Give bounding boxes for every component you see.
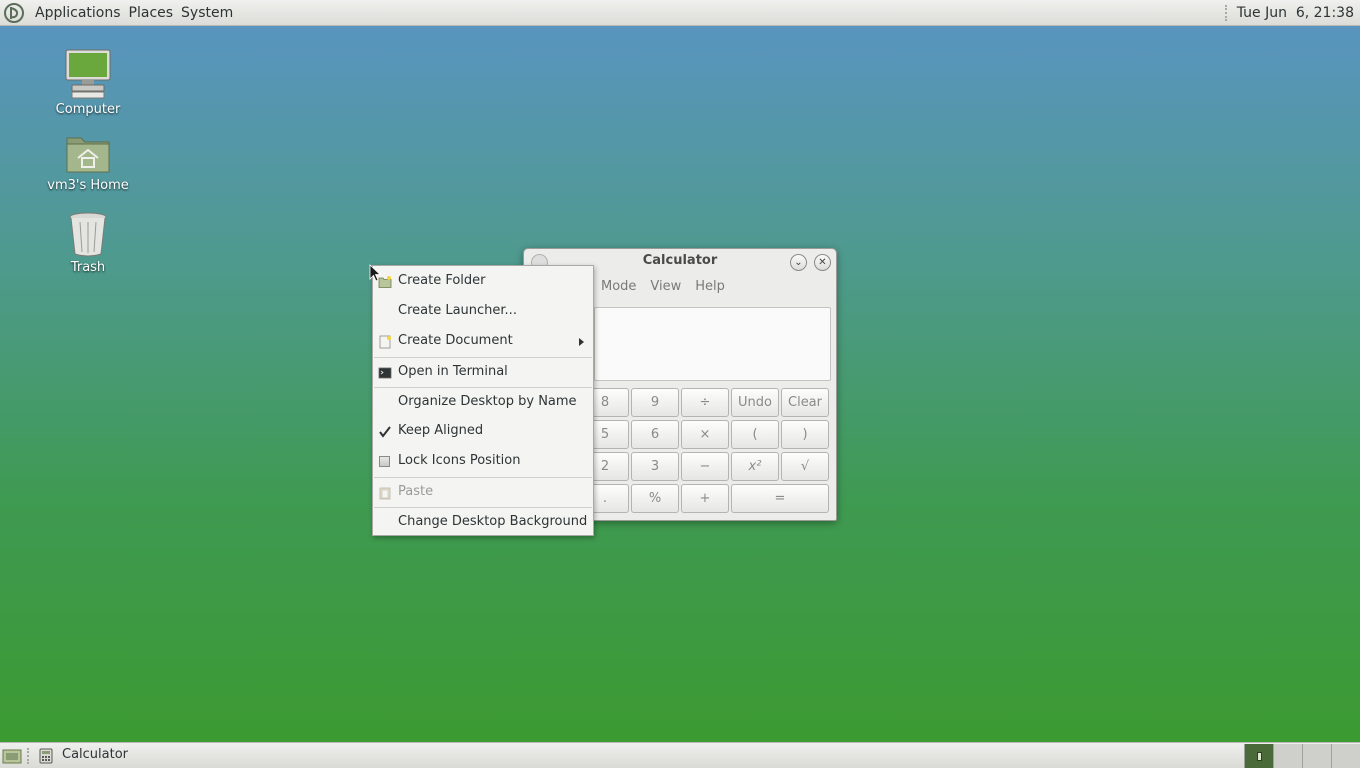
calc-button-3[interactable]: 3: [631, 452, 679, 481]
menu-item-label: Create Document: [398, 333, 513, 348]
menu-item-label: Open in Terminal: [398, 364, 508, 379]
menu-item-label: Paste: [398, 484, 434, 499]
workspace-1[interactable]: [1244, 744, 1273, 768]
menu-item-open-terminal[interactable]: Open in Terminal: [373, 358, 593, 387]
menu-view[interactable]: View: [643, 277, 688, 297]
menu-item-organize-desktop[interactable]: Organize Desktop by Name: [373, 388, 593, 417]
calculator-icon: [39, 748, 53, 764]
desktop-icon-label: Trash: [70, 260, 106, 275]
calc-button-close-paren[interactable]: ): [781, 420, 829, 449]
desktop-icon-computer[interactable]: Computer: [43, 48, 133, 117]
submenu-arrow-icon: [579, 338, 584, 346]
document-icon: [379, 335, 391, 349]
close-icon: ✕: [818, 257, 827, 268]
terminal-icon: [378, 367, 392, 379]
desktop-icon-home[interactable]: vm3's Home: [43, 130, 133, 193]
calc-button-divide[interactable]: ÷: [681, 388, 729, 417]
menu-item-create-document[interactable]: Create Document: [373, 327, 593, 357]
calc-button-multiply[interactable]: ×: [681, 420, 729, 449]
mouse-pointer-icon: [369, 264, 381, 282]
clock[interactable]: Tue Jun 6, 21:38: [1237, 5, 1354, 21]
system-menu[interactable]: System: [177, 5, 237, 21]
workspace-3[interactable]: [1302, 744, 1331, 768]
chevron-down-icon: ⌄: [794, 257, 803, 268]
menu-item-change-background[interactable]: Change Desktop Background: [373, 508, 593, 537]
menu-item-create-launcher[interactable]: Create Launcher...: [373, 297, 593, 327]
menu-item-keep-aligned[interactable]: Keep Aligned: [373, 417, 593, 447]
desktop-icon-label: vm3's Home: [47, 178, 129, 193]
calculator-display[interactable]: [594, 307, 831, 381]
workspace-2[interactable]: [1273, 744, 1302, 768]
menu-item-label: Lock Icons Position: [398, 453, 521, 468]
menu-item-create-folder[interactable]: Create Folder: [373, 267, 593, 297]
desktop-icon-trash[interactable]: Trash: [43, 210, 133, 275]
taskbar-item-label: Calculator: [62, 747, 129, 762]
menu-item-label: Keep Aligned: [398, 423, 484, 438]
paste-icon: [379, 487, 391, 500]
applications-menu[interactable]: Applications: [31, 5, 125, 21]
calc-button-square[interactable]: x²: [731, 452, 779, 481]
desktop-context-menu: Create Folder Create Launcher... Create …: [372, 265, 594, 536]
distro-logo-icon[interactable]: [3, 2, 25, 24]
menu-item-label: Change Desktop Background: [398, 514, 588, 529]
close-button[interactable]: ✕: [814, 254, 831, 271]
menu-mode[interactable]: Mode: [594, 277, 643, 297]
bottom-panel: Calculator: [0, 742, 1360, 768]
home-folder-icon: [66, 137, 110, 173]
window-thumbnail: [1257, 752, 1262, 761]
desktop-icon-label: Computer: [55, 102, 121, 117]
menu-item-lock-icons[interactable]: Lock Icons Position: [373, 447, 593, 477]
computer-icon: [65, 49, 111, 99]
calc-button-undo[interactable]: Undo: [731, 388, 779, 417]
menu-help[interactable]: Help: [688, 277, 732, 297]
panel-handle[interactable]: [1224, 4, 1229, 21]
show-desktop-icon[interactable]: [2, 747, 22, 765]
calculator-menubar: Mode View Help: [594, 277, 732, 297]
checkbox-unchecked[interactable]: [379, 456, 390, 467]
places-menu[interactable]: Places: [125, 5, 178, 21]
calc-button-percent[interactable]: %: [631, 484, 679, 513]
calc-button-open-paren[interactable]: (: [731, 420, 779, 449]
checkmark-icon: [379, 426, 391, 438]
calc-button-subtract[interactable]: −: [681, 452, 729, 481]
calc-button-equals[interactable]: =: [731, 484, 829, 513]
minimize-button[interactable]: ⌄: [790, 254, 807, 271]
calc-button-9[interactable]: 9: [631, 388, 679, 417]
panel-handle[interactable]: [27, 748, 31, 764]
menu-item-label: Organize Desktop by Name: [398, 394, 577, 409]
workspace-4[interactable]: [1331, 744, 1360, 768]
calc-button-6[interactable]: 6: [631, 420, 679, 449]
menu-item-label: Create Folder: [398, 273, 486, 288]
top-panel: Applications Places System Tue Jun 6, 21…: [0, 0, 1360, 26]
trash-icon: [69, 212, 107, 257]
calc-button-clear[interactable]: Clear: [781, 388, 829, 417]
menu-item-paste[interactable]: Paste: [373, 478, 593, 507]
calc-button-add[interactable]: +: [681, 484, 729, 513]
menu-item-label: Create Launcher...: [398, 303, 517, 318]
calc-button-sqrt[interactable]: √: [781, 452, 829, 481]
